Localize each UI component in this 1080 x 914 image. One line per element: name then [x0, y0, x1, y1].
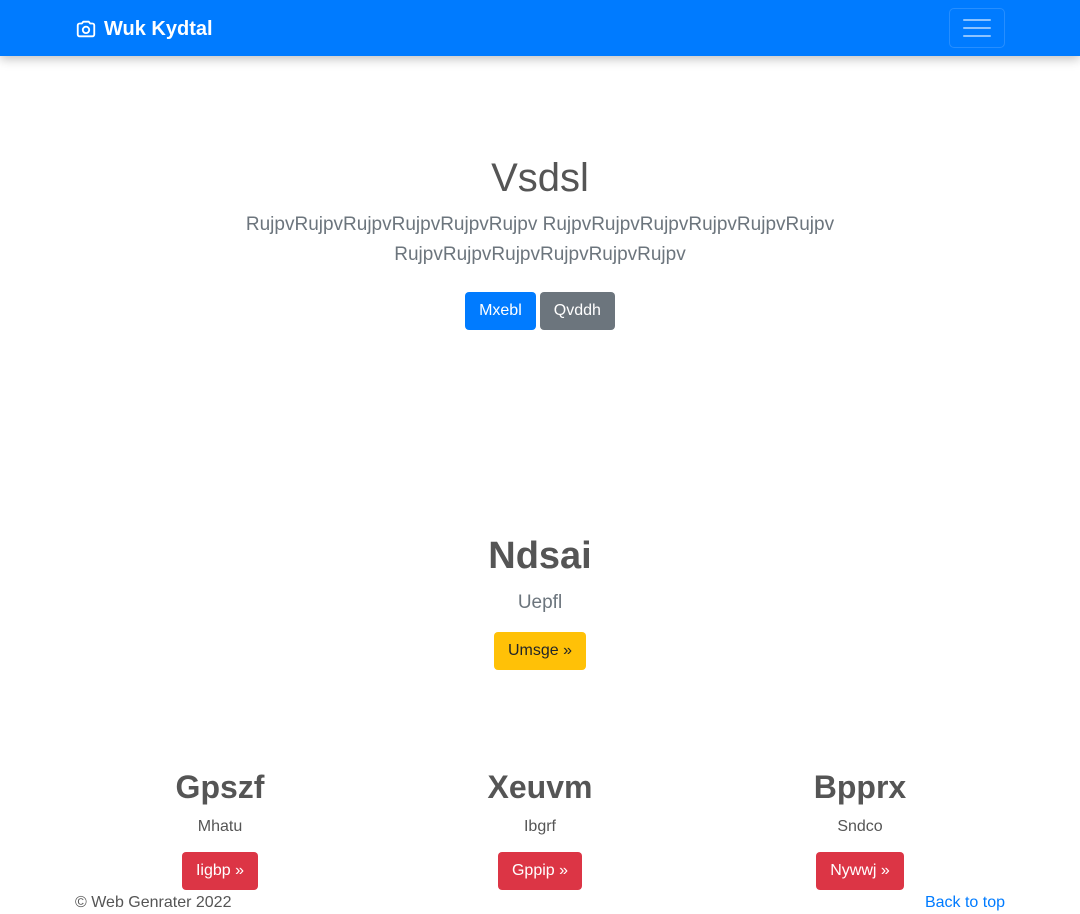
hero-primary-button[interactable]: Mxebl [465, 292, 536, 330]
column-button[interactable]: Gppip » [497, 852, 583, 890]
footer-copyright: © Web Genrater 2022 [75, 894, 232, 911]
hero-secondary-button[interactable]: Qvddh [539, 292, 615, 330]
column-title: Xeuvm [487, 769, 593, 805]
column-title: Gpszf [175, 769, 265, 805]
column-text: Ibgrf [523, 818, 556, 835]
hero-lead: RujpvRujpvRujpvRujpvRujpvRujpv RujpvRujp… [245, 214, 835, 265]
column-title: Bpprx [813, 769, 907, 805]
hero-button-group: Mxebl Qvddh [0, 292, 1080, 330]
feature-subtitle: Uepfl [517, 592, 563, 613]
feature-button-wrap: Umsge » [0, 632, 1080, 670]
navbar: Wuk Kydtal [0, 0, 1080, 56]
hamburger-menu-icon [963, 17, 991, 39]
column-text: Mhatu [197, 818, 243, 835]
column-3: Bpprx Sndco Nywwj » [700, 766, 1020, 890]
column-text: Sndco [837, 818, 883, 835]
navbar-toggle-button[interactable] [949, 8, 1005, 48]
brand-label: Wuk Kydtal [104, 17, 213, 40]
column-2: Xeuvm Ibgrf Gppip » [380, 766, 700, 890]
back-to-top-link[interactable]: Back to top [925, 892, 1005, 914]
column-1: Gpszf Mhatu Iigbp » [60, 766, 380, 890]
column-button[interactable]: Nywwj » [816, 852, 904, 890]
hero-title: Vsdsl [491, 156, 589, 200]
feature-button[interactable]: Umsge » [493, 632, 587, 670]
feature-title: Ndsai [488, 535, 592, 577]
camera-icon [75, 18, 97, 40]
column-button[interactable]: Iigbp » [181, 852, 259, 890]
brand-link[interactable]: Wuk Kydtal [75, 15, 213, 43]
